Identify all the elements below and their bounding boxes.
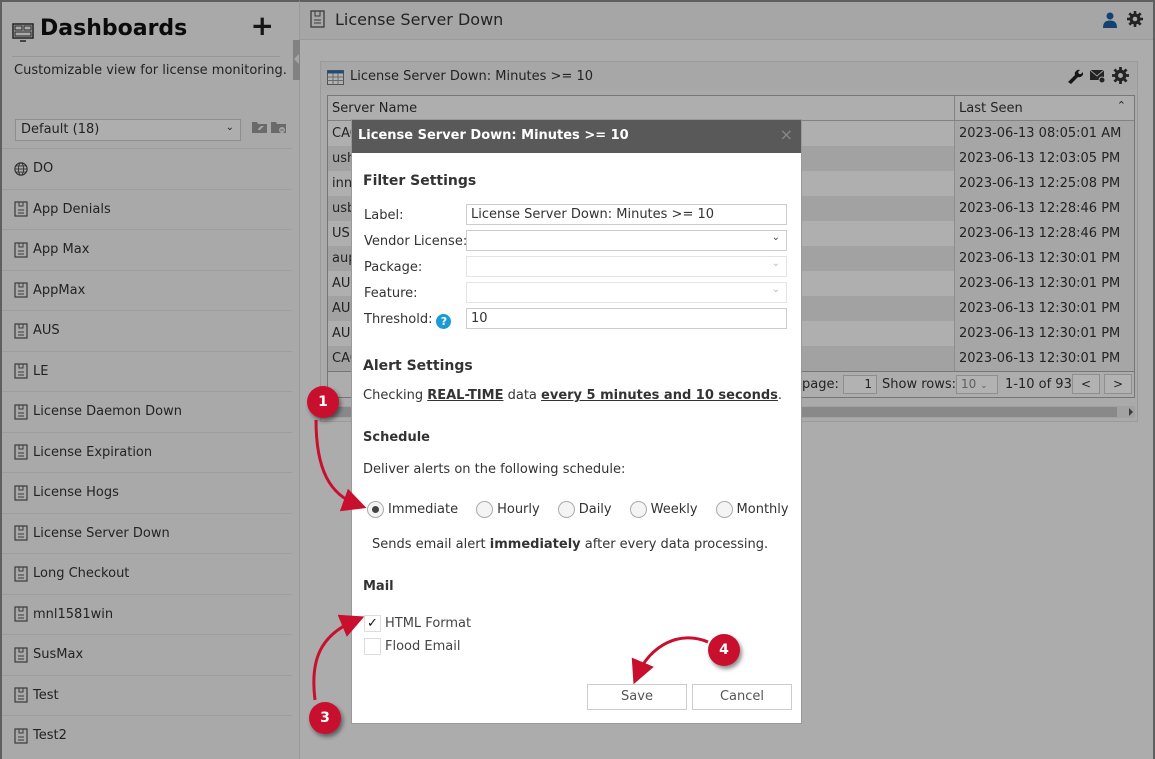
threshold-label-text: Threshold:: [364, 312, 433, 327]
callout-badge: 4: [708, 634, 740, 666]
schedule-text: Deliver alerts on the following schedule…: [363, 462, 626, 477]
schedule-note-prefix: Sends email alert: [372, 537, 490, 552]
package-select[interactable]: ⌄: [466, 256, 787, 277]
radio-button[interactable]: [629, 501, 647, 518]
html-format-checkbox[interactable]: ✓ HTML Format: [364, 615, 471, 632]
radio-button[interactable]: [476, 501, 494, 518]
radio-button[interactable]: [715, 501, 733, 518]
schedule-title: Schedule: [363, 430, 430, 445]
chevron-down-icon: ⌄: [771, 284, 780, 295]
vendor-license-label: Vendor License:: [364, 234, 468, 249]
label-field-label: Label:: [364, 208, 404, 223]
radio-label: Immediate: [388, 502, 459, 517]
threshold-input[interactable]: 10: [466, 308, 787, 329]
schedule-note-bold: immediately: [489, 537, 581, 552]
checking-text: Checking REAL-TIME data every 5 minutes …: [363, 388, 782, 403]
cancel-button[interactable]: Cancel: [692, 684, 792, 710]
feature-select[interactable]: ⌄: [466, 282, 787, 303]
mail-title: Mail: [363, 579, 394, 594]
alert-settings-title: Alert Settings: [363, 358, 473, 374]
checking-suffix: .: [777, 388, 783, 403]
label-input[interactable]: License Server Down: Minutes >= 10: [466, 204, 787, 225]
schedule-note-suffix: after every data processing.: [580, 537, 769, 552]
dialog-header: License Server Down: Minutes >= 10 ×: [352, 120, 801, 153]
checking-mid: data: [503, 388, 542, 403]
flood-email-label: Flood Email: [385, 639, 461, 654]
help-icon[interactable]: ?: [436, 314, 452, 329]
radio-button[interactable]: [367, 501, 384, 518]
radio-button[interactable]: [557, 501, 575, 518]
checkbox-box[interactable]: ✓: [364, 615, 381, 632]
chevron-down-icon: ⌄: [771, 258, 780, 269]
schedule-radio-immediate[interactable]: Immediate: [367, 501, 458, 518]
radio-label: Hourly: [497, 502, 540, 517]
vendor-license-select[interactable]: ⌄: [466, 230, 787, 251]
dialog-title: License Server Down: Minutes >= 10: [358, 128, 629, 143]
schedule-radio-group: Immediate Hourly Daily Weekly Monthly: [367, 501, 807, 518]
threshold-label: Threshold:?: [364, 312, 452, 329]
schedule-radio-weekly[interactable]: Weekly: [629, 501, 698, 518]
schedule-note: Sends email alert immediately after ever…: [372, 537, 768, 552]
schedule-radio-hourly[interactable]: Hourly: [476, 501, 540, 518]
filter-settings-title: Filter Settings: [363, 173, 477, 189]
schedule-radio-daily[interactable]: Daily: [557, 501, 612, 518]
save-button[interactable]: Save: [587, 684, 687, 710]
callout-badge: 1: [307, 386, 339, 418]
alert-settings-dialog: License Server Down: Minutes >= 10 × Fil…: [351, 119, 802, 724]
callout-badge: 3: [309, 702, 341, 734]
package-label: Package:: [364, 260, 423, 275]
flood-email-checkbox[interactable]: Flood Email: [364, 638, 460, 655]
feature-label: Feature:: [364, 286, 418, 301]
radio-label: Daily: [578, 502, 612, 517]
realtime-link[interactable]: REAL-TIME: [427, 388, 503, 403]
chevron-down-icon: ⌄: [771, 232, 780, 243]
radio-label: Weekly: [650, 502, 698, 517]
schedule-radio-monthly[interactable]: Monthly: [715, 501, 789, 518]
close-icon[interactable]: ×: [780, 125, 793, 144]
interval-link[interactable]: every 5 minutes and 10 seconds: [541, 388, 778, 403]
checkbox-box[interactable]: [364, 638, 381, 655]
radio-label: Monthly: [736, 502, 789, 517]
html-format-label: HTML Format: [385, 616, 472, 631]
checking-prefix: Checking: [363, 388, 428, 403]
